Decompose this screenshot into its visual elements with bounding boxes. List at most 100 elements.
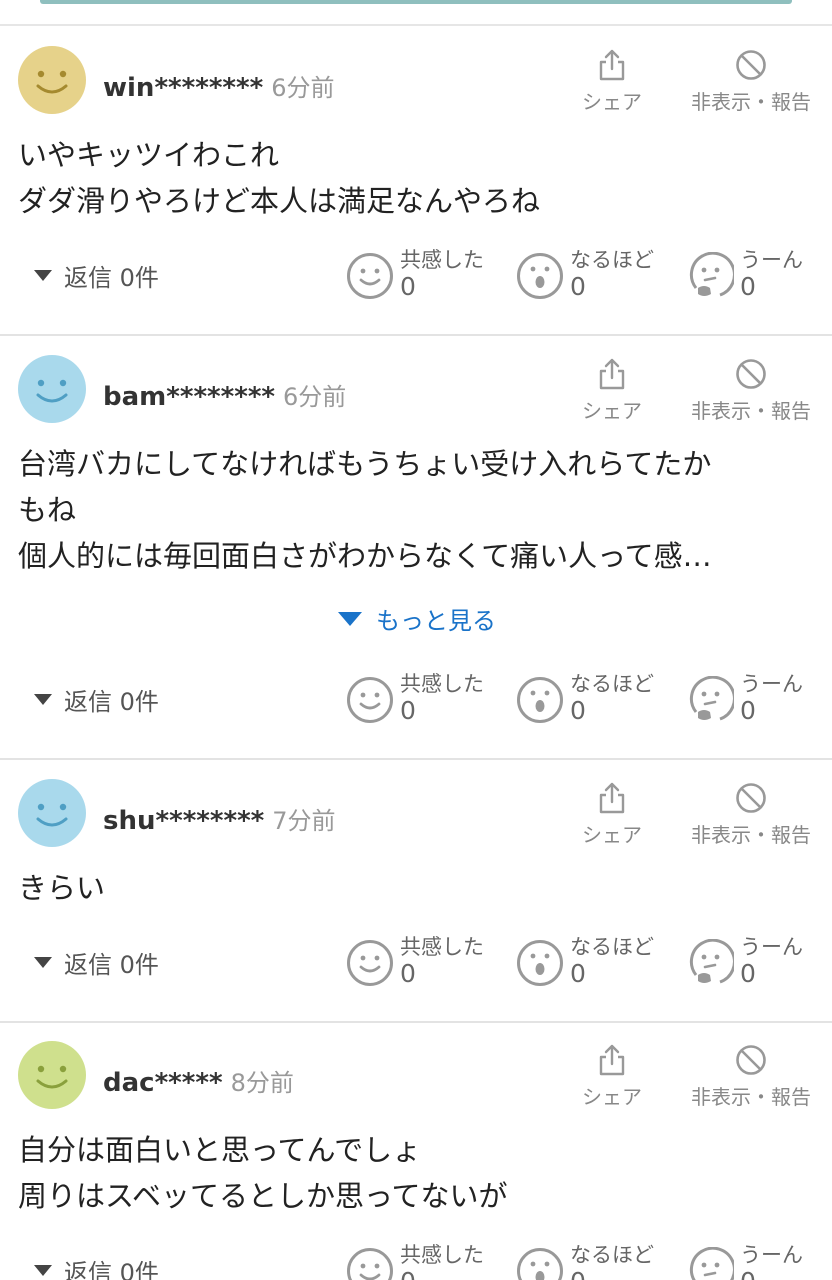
smile-icon — [346, 676, 394, 724]
reply-count: 返信 0件 — [64, 1259, 159, 1280]
reaction-label: 共感した — [400, 935, 484, 959]
hide-report-button[interactable]: 非表示・報告 — [686, 48, 816, 115]
share-icon — [599, 1044, 625, 1076]
reaction-label: 共感した — [400, 1243, 484, 1267]
reply-count: 返信 0件 — [64, 688, 159, 716]
reaction-count: 0 — [740, 696, 756, 725]
username[interactable]: shu******** 7分前 — [103, 801, 336, 836]
prohibit-icon — [736, 359, 766, 389]
avatar[interactable] — [18, 1041, 86, 1109]
reaction-count: 0 — [570, 1267, 586, 1280]
avatar[interactable] — [18, 779, 86, 847]
share-icon — [599, 782, 625, 814]
share-label: シェア — [582, 1085, 642, 1109]
reaction-hmm[interactable]: うーん 0 — [686, 244, 832, 308]
comment-text: きらい — [18, 865, 818, 911]
post-time: 6分前 — [283, 383, 347, 411]
reaction-label: なるほど — [570, 248, 654, 272]
top-strip — [40, 0, 792, 4]
surprised-icon — [516, 1247, 564, 1280]
reaction-understood[interactable]: なるほど 0 — [516, 668, 676, 732]
reaction-understood[interactable]: なるほど 0 — [516, 1239, 676, 1280]
prohibit-icon — [736, 1045, 766, 1075]
surprised-icon — [516, 252, 564, 300]
share-label: シェア — [582, 399, 642, 423]
reply-toggle[interactable]: 返信 0件 — [34, 945, 159, 980]
reaction-count: 0 — [740, 959, 756, 988]
reaction-count: 0 — [400, 696, 416, 725]
share-label: シェア — [582, 823, 642, 847]
reaction-count: 0 — [740, 272, 756, 301]
share-label: シェア — [582, 90, 642, 114]
reaction-empathy[interactable]: 共感した 0 — [346, 244, 506, 308]
reply-toggle[interactable]: 返信 0件 — [34, 258, 159, 293]
reply-count: 返信 0件 — [64, 264, 159, 292]
reaction-hmm[interactable]: うーん 0 — [686, 1239, 832, 1280]
reaction-label: なるほど — [570, 935, 654, 959]
reply-toggle[interactable]: 返信 0件 — [34, 1253, 159, 1280]
comment-card: win******** 6分前 シェア 非表示・報告 いやキッツイわこれ ダダ滑り… — [0, 28, 832, 336]
reaction-label: うーん — [740, 248, 803, 272]
show-more-label: もっと見る — [376, 607, 496, 635]
reaction-label: うーん — [740, 1243, 803, 1267]
caret-down-icon — [34, 694, 52, 705]
thinking-icon — [686, 1247, 734, 1280]
reaction-count: 0 — [400, 959, 416, 988]
reply-toggle[interactable]: 返信 0件 — [34, 682, 159, 717]
hide-report-label: 非表示・報告 — [691, 90, 811, 114]
caret-down-icon — [34, 270, 52, 281]
reaction-count: 0 — [400, 272, 416, 301]
share-icon — [599, 358, 625, 390]
reaction-understood[interactable]: なるほど 0 — [516, 244, 676, 308]
share-button[interactable]: シェア — [574, 1043, 650, 1110]
reaction-empathy[interactable]: 共感した 0 — [346, 1239, 506, 1280]
hide-report-button[interactable]: 非表示・報告 — [686, 1043, 816, 1110]
reply-count: 返信 0件 — [64, 951, 159, 979]
reaction-understood[interactable]: なるほど 0 — [516, 931, 676, 995]
surprised-icon — [516, 676, 564, 724]
prohibit-icon — [736, 50, 766, 80]
comment-line: ダダ滑りやろけど本人は満足なんやろね — [18, 184, 541, 218]
share-button[interactable]: シェア — [574, 781, 650, 848]
smile-icon — [346, 252, 394, 300]
share-button[interactable]: シェア — [574, 357, 650, 424]
reaction-label: なるほど — [570, 672, 654, 696]
reaction-empathy[interactable]: 共感した 0 — [346, 931, 506, 995]
comment-card: bam******** 6分前 シェア 非表示・報告 台湾バカにしてなければもうち… — [0, 337, 832, 760]
comment-card: dac***** 8分前 シェア 非表示・報告 自分は面白いと思ってんでしょ 周り… — [0, 1023, 832, 1280]
avatar[interactable] — [18, 46, 86, 114]
avatar[interactable] — [18, 355, 86, 423]
surprised-icon — [516, 939, 564, 987]
reaction-count: 0 — [740, 1267, 756, 1280]
show-more-link[interactable]: もっと見る — [338, 601, 496, 636]
hide-report-button[interactable]: 非表示・報告 — [686, 781, 816, 848]
comment-line: 周りはスベッてるとしか思ってないが — [18, 1179, 508, 1213]
reaction-count: 0 — [570, 272, 586, 301]
hide-report-label: 非表示・報告 — [691, 1085, 811, 1109]
thinking-icon — [686, 252, 734, 300]
post-time: 8分前 — [230, 1069, 294, 1097]
reaction-count: 0 — [400, 1267, 416, 1280]
comment-line: 自分は面白いと思ってんでしょ — [18, 1133, 422, 1167]
comment-line: いやキッツイわこれ — [18, 138, 280, 172]
thinking-icon — [686, 939, 734, 987]
comment-line: きらい — [18, 871, 106, 905]
share-button[interactable]: シェア — [574, 48, 650, 115]
prohibit-icon — [736, 783, 766, 813]
comment-card: shu******** 7分前 シェア 非表示・報告 きらい 返信 0件 共感した… — [0, 761, 832, 1023]
comment-text: 自分は面白いと思ってんでしょ 周りはスベッてるとしか思ってないが — [18, 1127, 818, 1219]
caret-down-icon — [34, 1265, 52, 1276]
reaction-empathy[interactable]: 共感した 0 — [346, 668, 506, 732]
username[interactable]: win******** 6分前 — [103, 68, 335, 103]
share-icon — [599, 49, 625, 81]
username[interactable]: bam******** 6分前 — [103, 377, 346, 412]
post-time: 6分前 — [271, 74, 335, 102]
comment-line: もね — [18, 493, 77, 527]
hide-report-button[interactable]: 非表示・報告 — [686, 357, 816, 424]
reaction-label: うーん — [740, 935, 803, 959]
reaction-label: なるほど — [570, 1243, 654, 1267]
username[interactable]: dac***** 8分前 — [103, 1063, 294, 1098]
top-divider — [0, 0, 832, 26]
reaction-hmm[interactable]: うーん 0 — [686, 931, 832, 995]
reaction-hmm[interactable]: うーん 0 — [686, 668, 832, 732]
